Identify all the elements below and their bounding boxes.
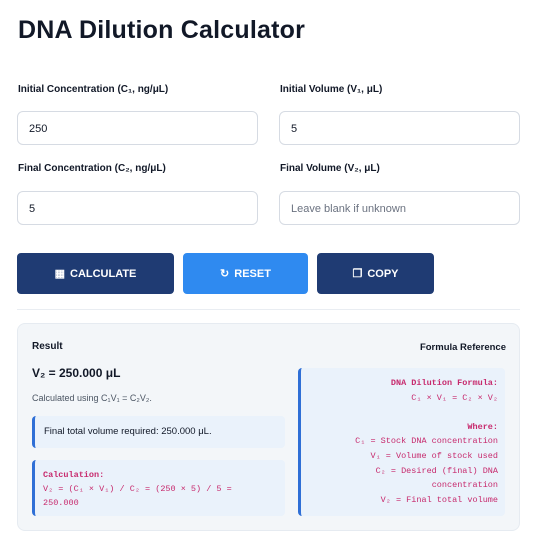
reset-icon: ↻ [220, 268, 230, 280]
dna-dilution-calculator: DNA Dilution Calculator Initial Concentr… [0, 0, 539, 545]
calculation-result: 250.000 [43, 498, 79, 508]
copy-icon: ❐ [352, 268, 363, 280]
calculation-line: V₂ = (C₁ × V₁) / C₂ = (250 × 5) / 5 = [43, 484, 232, 494]
copy-button-label: COPY [367, 267, 399, 280]
formula-heading: Formula Reference [419, 342, 506, 353]
result-heading: Result [32, 341, 63, 352]
c2-input[interactable]: 5 [17, 191, 258, 225]
v2-input[interactable]: Leave blank if unknown [279, 191, 520, 225]
reset-button-label: RESET [234, 267, 271, 280]
formula-equation: C₁ × V₁ = C₂ × V₂ [411, 392, 498, 403]
formula-spacer [308, 405, 498, 420]
calculate-button[interactable]: ▦ CALCULATE [17, 253, 174, 294]
formula-title: DNA Dilution Formula: [390, 378, 498, 388]
v2-label: Final Volume (V₂, μL) [280, 163, 380, 174]
divider [17, 309, 520, 310]
reset-button[interactable]: ↻ RESET [183, 253, 308, 294]
formula-line: concentration [431, 480, 498, 491]
formula-box: DNA Dilution Formula: C₁ × V₁ = C₂ × V₂ … [298, 368, 505, 516]
result-method: Calculated using C₁V₁ = C₂V₂. [32, 393, 152, 403]
calculate-button-label: CALCULATE [70, 267, 137, 280]
c1-label: Initial Concentration (C₁, ng/μL) [18, 84, 169, 95]
c1-input[interactable]: 250 [17, 111, 258, 145]
v1-label: Initial Volume (V₁, μL) [280, 84, 383, 95]
page-title: DNA Dilution Calculator [18, 16, 306, 44]
calculator-icon: ▦ [54, 268, 65, 280]
formula-line: V₁ = Volume of stock used [370, 450, 498, 461]
formula-where: Where: [467, 421, 498, 432]
formula-line: C₂ = Desired (final) DNA [375, 465, 498, 476]
c2-label: Final Concentration (C₂, ng/μL) [18, 163, 166, 174]
result-note: Final total volume required: 250.000 μL. [32, 416, 285, 448]
calculation-box: Calculation: V₂ = (C₁ × V₁) / C₂ = (250 … [32, 460, 285, 516]
formula-line: V₂ = Final total volume [380, 494, 498, 505]
copy-button[interactable]: ❐ COPY [317, 253, 434, 294]
formula-line: C₁ = Stock DNA concentration [355, 436, 498, 447]
calculation-title: Calculation: [43, 470, 105, 480]
result-value: V₂ = 250.000 μL [32, 366, 121, 380]
v1-input[interactable]: 5 [279, 111, 520, 145]
